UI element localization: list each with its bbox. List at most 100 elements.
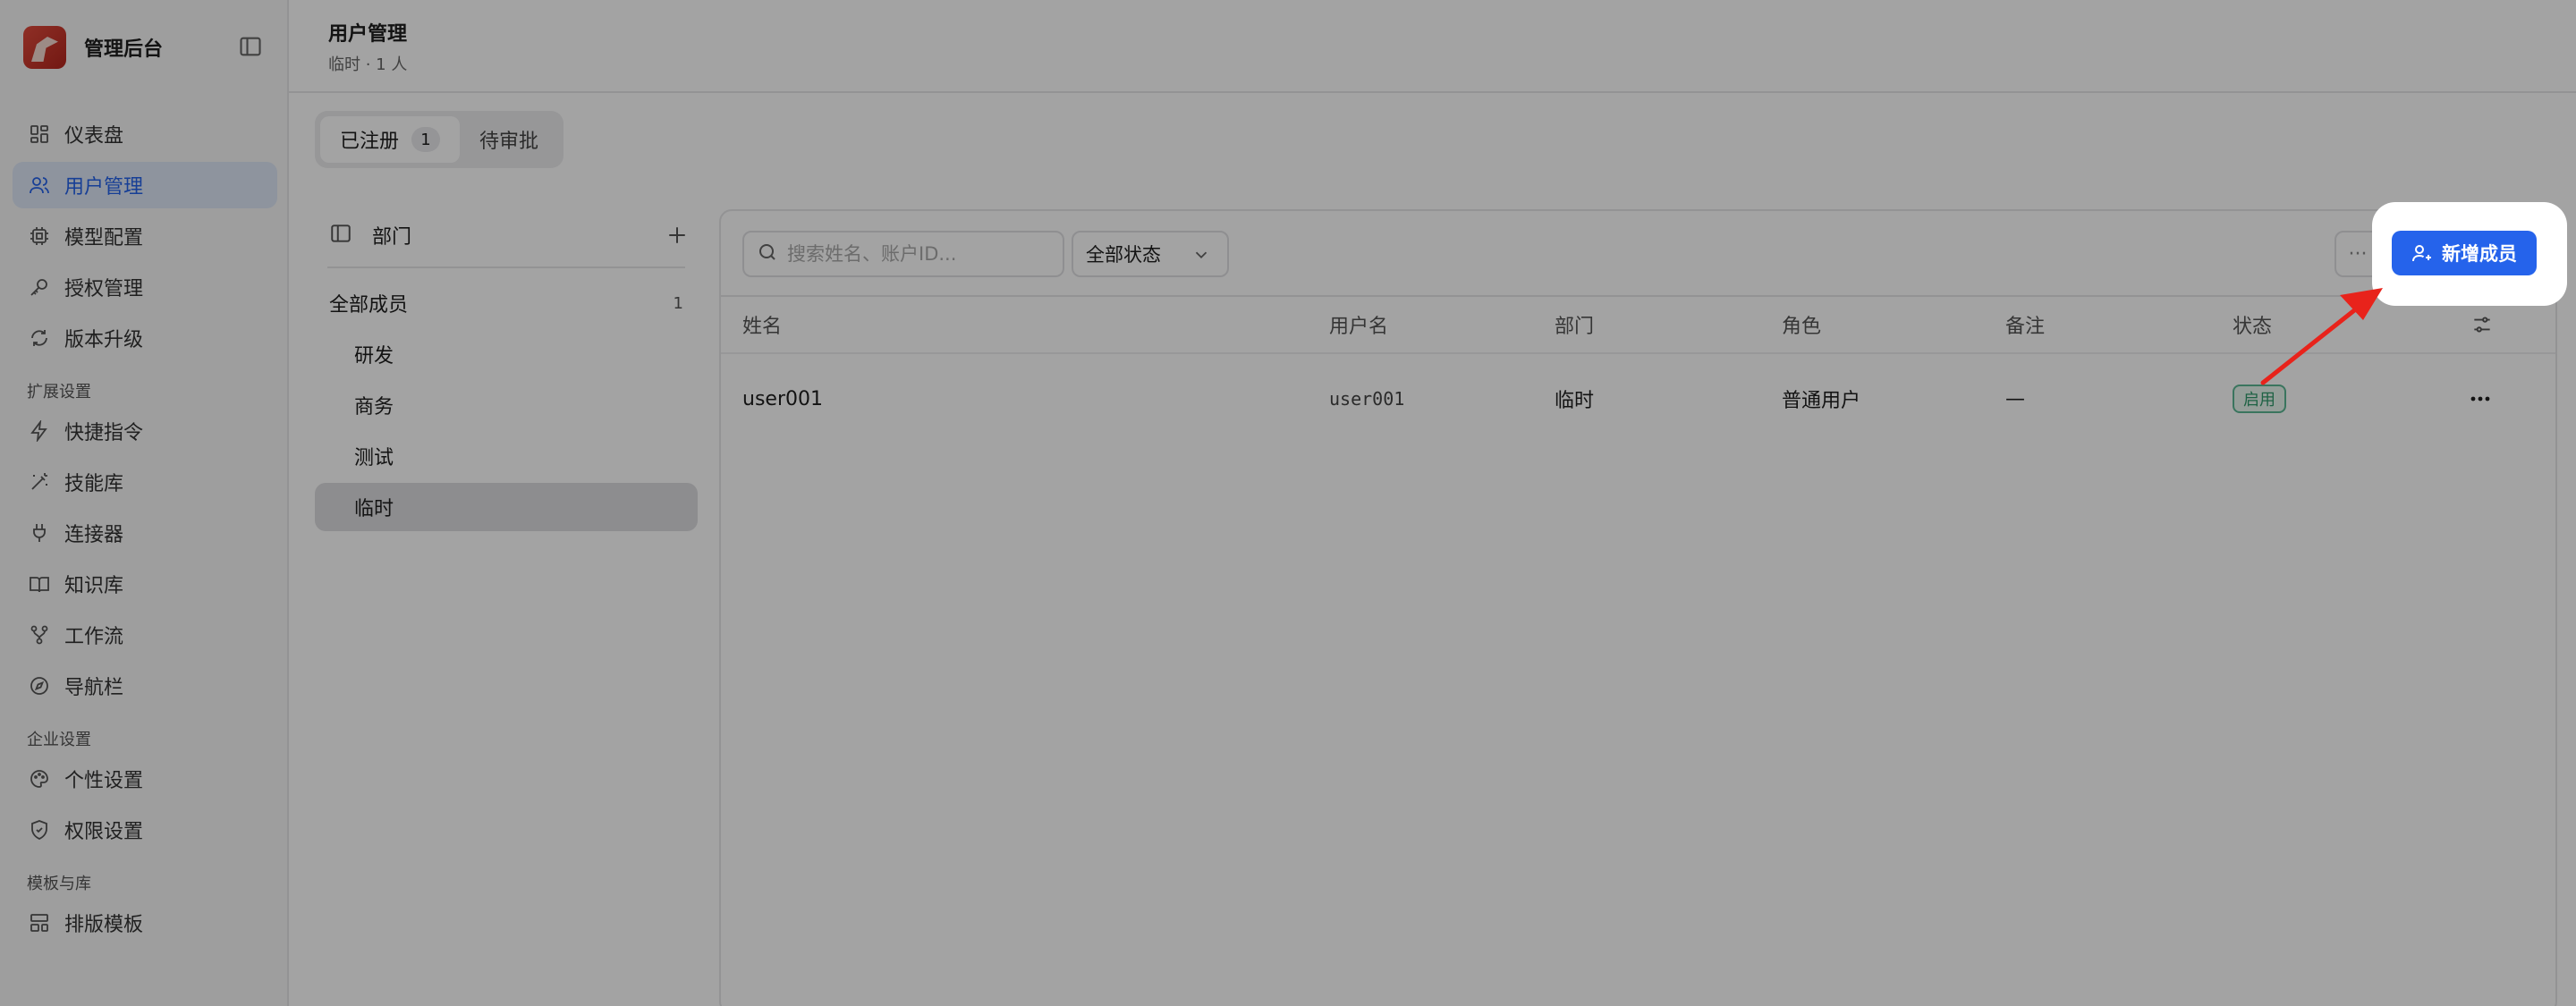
shield-icon — [27, 817, 52, 842]
sidebar-item-label: 知识库 — [64, 575, 124, 597]
sidebar-item-auth[interactable]: 授权管理 — [13, 264, 277, 310]
sidebar-item-models[interactable]: 模型配置 — [13, 213, 277, 259]
tab-bar: 已注册 1 待审批 — [315, 111, 564, 168]
palette-icon — [27, 766, 52, 791]
key-icon — [27, 275, 52, 300]
sidebar-item-label: 授权管理 — [64, 278, 144, 300]
workflow-icon — [27, 622, 52, 647]
sidebar-item-label: 快捷指令 — [64, 422, 144, 444]
tab-count-badge: 1 — [411, 127, 441, 152]
sidebar-item-label: 技能库 — [64, 473, 124, 495]
cell-department: 临时 — [1555, 390, 1595, 412]
department-label: 测试 — [354, 447, 394, 469]
sidebar-item-layout-templates[interactable]: 排版模板 — [13, 900, 277, 946]
sidebar: 管理后台 仪表盘 用户管理 模型配置 授权管理 版本升级 扩展设置 快捷指令 技… — [0, 0, 289, 1006]
panel-toggle-icon[interactable] — [329, 222, 352, 249]
sidebar-item-workflow[interactable]: 工作流 — [13, 612, 277, 658]
chevron-down-icon — [1191, 245, 1211, 269]
more-horizontal-icon — [2470, 396, 2490, 402]
department-label: 研发 — [354, 345, 394, 368]
column-header-username: 用户名 — [1329, 316, 1389, 338]
column-header-note: 备注 — [2005, 316, 2046, 338]
users-icon — [27, 173, 52, 198]
table-row[interactable]: user001 user001 临时 普通用户 — 启用 — [721, 356, 2555, 442]
tab-label: 待审批 — [479, 131, 539, 153]
department-all[interactable]: 全部成员 1 — [315, 279, 698, 327]
divider — [327, 266, 685, 268]
dashboard-icon — [27, 122, 52, 147]
department-label: 临时 — [354, 498, 394, 520]
cell-name: user001 — [742, 387, 823, 410]
sidebar-item-permissions[interactable]: 权限设置 — [13, 807, 277, 853]
layout-icon — [27, 910, 52, 935]
tab-pending[interactable]: 待审批 — [460, 116, 558, 163]
sidebar-item-knowledge[interactable]: 知识库 — [13, 561, 277, 607]
members-toolbar: 全部状态 ··· — [721, 211, 2555, 297]
status-filter-value: 全部状态 — [1086, 244, 1161, 266]
sidebar-item-personalize[interactable]: 个性设置 — [13, 756, 277, 802]
tab-label: 已注册 — [340, 131, 400, 153]
sidebar-toggle-icon[interactable] — [238, 34, 263, 59]
sidebar-item-shortcuts[interactable]: 快捷指令 — [13, 408, 277, 454]
members-panel: 全部状态 ··· 姓名 用户名 部门 角色 备注 状态 user001 user… — [719, 209, 2557, 1006]
sidebar-item-label: 仪表盘 — [64, 125, 124, 148]
bolt-icon — [27, 418, 52, 444]
page-title: 用户管理 — [328, 23, 408, 46]
department-label: 商务 — [354, 396, 394, 418]
sidebar-item-label: 导航栏 — [64, 677, 124, 699]
sidebar-item-label: 用户管理 — [64, 176, 144, 199]
tab-registered[interactable]: 已注册 1 — [320, 116, 461, 163]
user-plus-icon — [2412, 245, 2431, 262]
sidebar-item-label: 版本升级 — [64, 329, 144, 351]
cell-username: user001 — [1329, 388, 1405, 410]
sidebar-item-label: 个性设置 — [64, 770, 144, 792]
brand-logo — [23, 26, 66, 69]
status-badge: 启用 — [2233, 385, 2286, 413]
refresh-icon — [27, 325, 52, 351]
sidebar-item-label: 权限设置 — [64, 821, 144, 843]
search-input[interactable] — [787, 243, 1046, 265]
plug-icon — [27, 520, 52, 545]
brand-name: 管理后台 — [84, 38, 164, 61]
sidebar-item-label: 排版模板 — [64, 914, 144, 936]
department-item-business[interactable]: 商务 — [315, 381, 698, 429]
sidebar-item-users[interactable]: 用户管理 — [13, 162, 277, 208]
cell-status: 启用 — [2233, 356, 2286, 442]
sidebar-nav: 仪表盘 用户管理 模型配置 授权管理 版本升级 扩展设置 快捷指令 技能库 连接… — [13, 111, 277, 951]
department-title: 部门 — [372, 226, 412, 249]
cell-note: — — [2005, 387, 2025, 410]
column-header-name: 姓名 — [742, 316, 783, 338]
sidebar-item-label: 工作流 — [64, 626, 124, 648]
sidebar-item-navbar[interactable]: 导航栏 — [13, 663, 277, 709]
table-header: 姓名 用户名 部门 角色 备注 状态 — [721, 297, 2555, 354]
department-count: 1 — [673, 293, 683, 313]
magic-wand-icon — [27, 469, 52, 495]
department-label: 全部成员 — [329, 294, 409, 317]
chip-icon — [27, 224, 52, 249]
sidebar-item-dashboard[interactable]: 仪表盘 — [13, 111, 277, 157]
status-filter-select[interactable]: 全部状态 — [1072, 231, 1229, 277]
page-header: 用户管理 临时 · 1 人 — [289, 0, 2576, 93]
sidebar-item-skills[interactable]: 技能库 — [13, 459, 277, 505]
page-subtitle: 临时 · 1 人 — [328, 55, 408, 74]
column-header-status: 状态 — [2233, 316, 2273, 338]
add-member-button[interactable]: 新增成员 — [2392, 231, 2537, 275]
add-department-icon[interactable] — [664, 222, 691, 249]
department-panel: 部门 全部成员 1 研发 商务 测试 临时 — [315, 209, 698, 534]
section-extend: 扩展设置 — [27, 383, 91, 402]
sidebar-item-label: 连接器 — [64, 524, 124, 546]
compass-icon — [27, 673, 52, 698]
row-actions-button[interactable] — [2470, 356, 2490, 442]
department-item-test[interactable]: 测试 — [315, 432, 698, 480]
department-item-temp[interactable]: 临时 — [315, 483, 698, 531]
sidebar-item-label: 模型配置 — [64, 227, 144, 249]
sidebar-item-upgrade[interactable]: 版本升级 — [13, 315, 277, 361]
sidebar-item-connectors[interactable]: 连接器 — [13, 510, 277, 556]
search-box[interactable] — [742, 231, 1064, 277]
brand[interactable]: 管理后台 — [23, 25, 163, 70]
cell-role: 普通用户 — [1782, 390, 1861, 412]
department-header: 部门 — [315, 209, 698, 261]
department-item-rd[interactable]: 研发 — [315, 330, 698, 378]
column-header-department: 部门 — [1555, 316, 1595, 338]
add-member-label: 新增成员 — [2442, 243, 2517, 265]
